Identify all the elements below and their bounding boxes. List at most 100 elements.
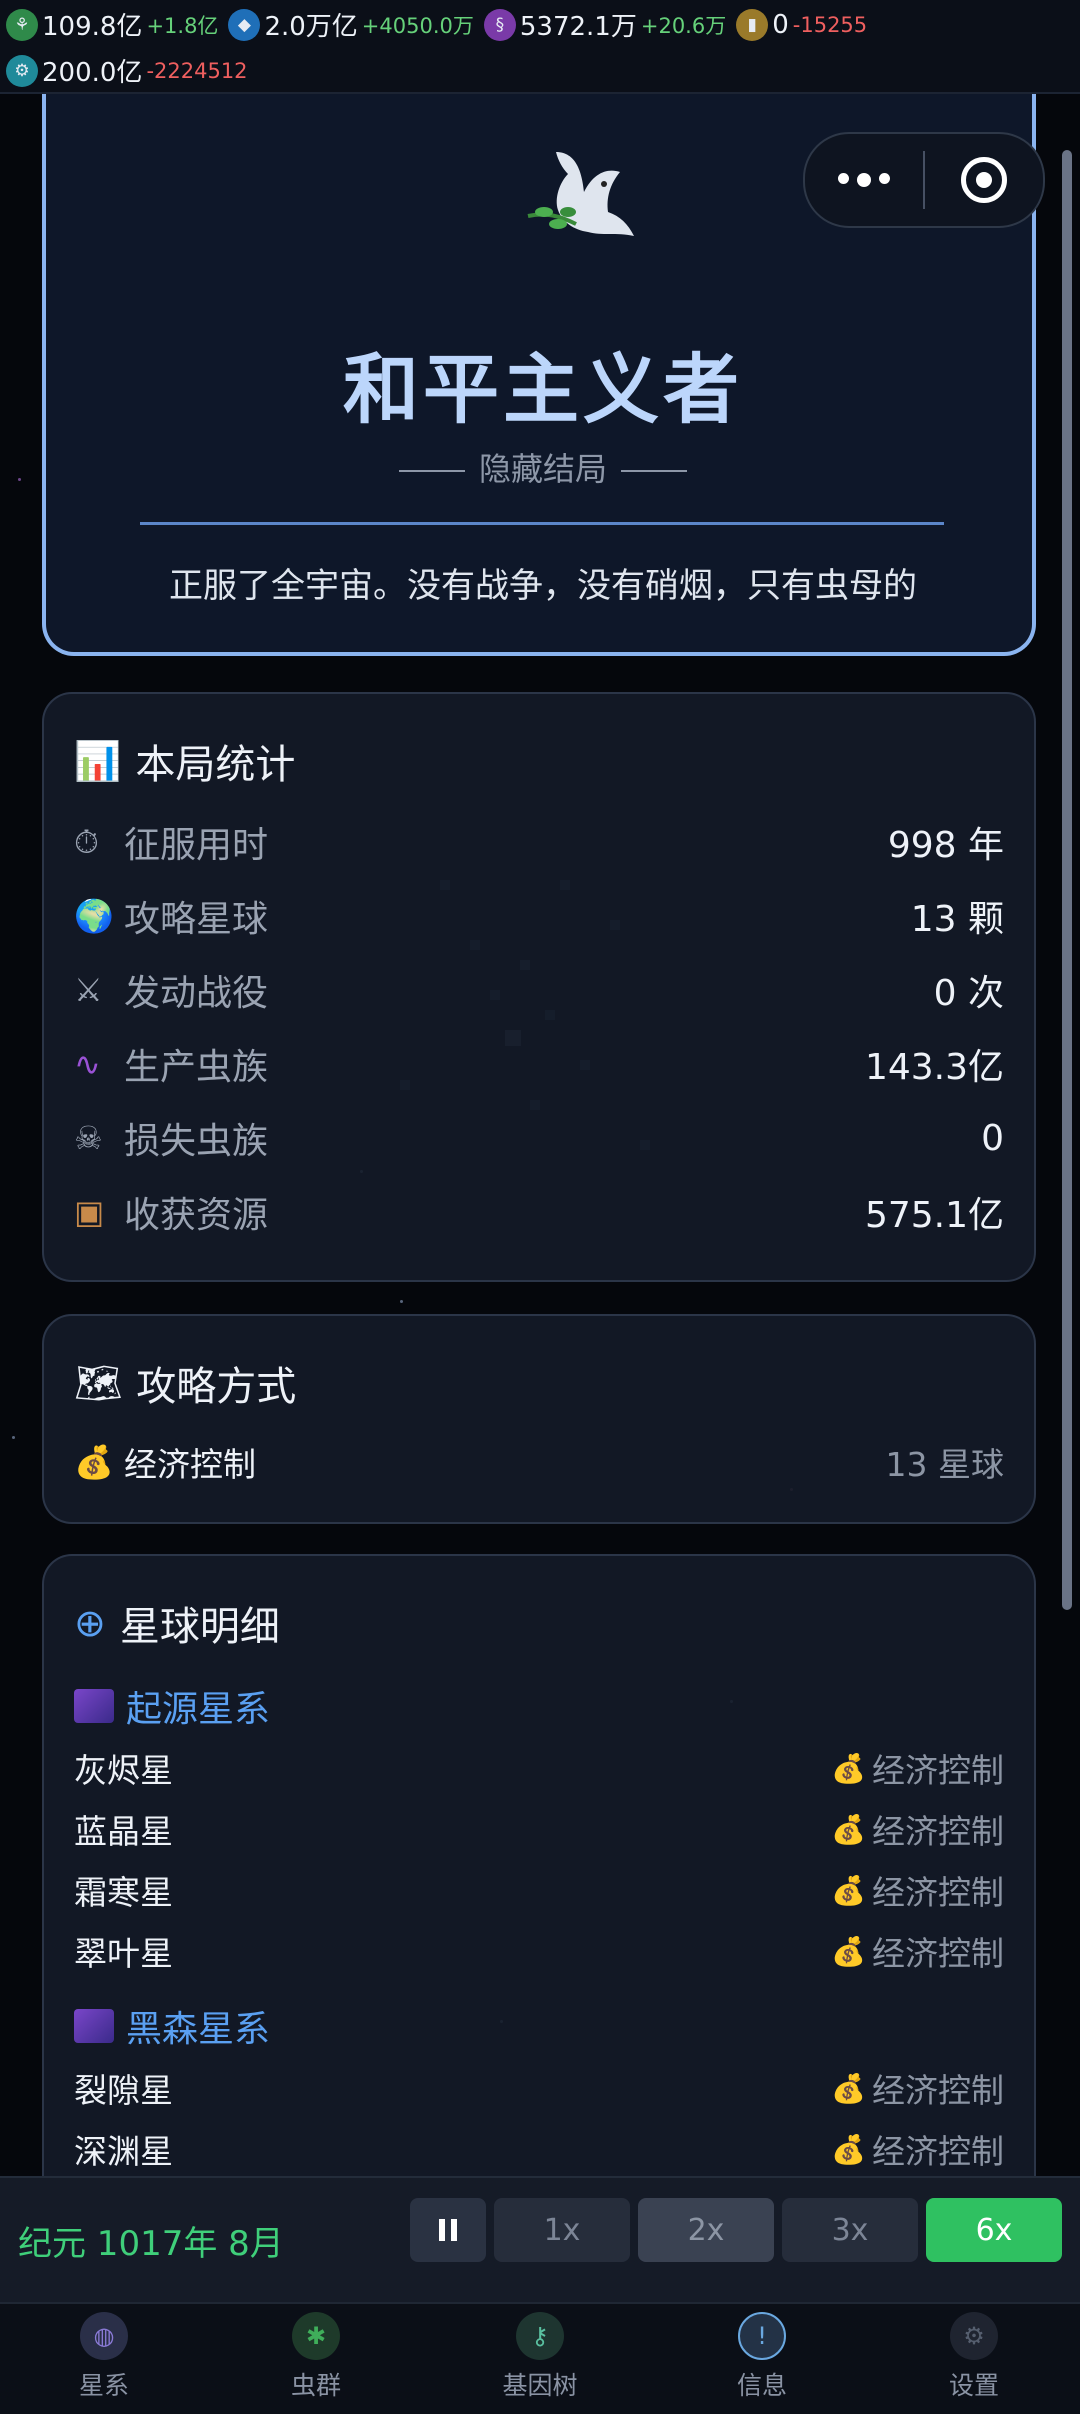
bottom-tab-bar: ◍ 星系 ✱ 虫群 ⚷ 基因树 ! 信息 ⚙ 设置 [0, 2302, 1080, 2414]
stat-value: 575.1亿 [864, 1195, 1004, 1236]
stats-title-text: 本局统计 [135, 742, 296, 788]
planet-name: 深渊星 [74, 2132, 173, 2171]
stat-value: 13 颗 [910, 899, 1004, 940]
stopwatch-icon: ⏱ [74, 822, 99, 861]
stat-row: 🌍 攻略星球 13 颗 [74, 886, 1004, 946]
tab-label: 虫群 [290, 2371, 341, 2400]
close-miniprogram-button[interactable] [925, 157, 1043, 203]
gear-icon: ⚙ [950, 2312, 998, 2360]
bug-icon: ⚘ [6, 8, 38, 41]
bug-icon: ✱ [292, 2312, 340, 2360]
speed-1x-button[interactable]: 1x [494, 2198, 630, 2262]
resource-delta: +4050.0万 [361, 13, 474, 38]
conquest-count: 13 星球 [885, 1445, 1004, 1484]
conquest-method: 经济控制 [124, 1445, 256, 1484]
stat-row: ∿ 生产虫族 143.3亿 [74, 1034, 1004, 1094]
tab-label: 星系 [78, 2371, 129, 2400]
pause-button[interactable] [410, 2198, 486, 2262]
money-bag-icon: 💰 [831, 1812, 866, 1846]
stat-value: 143.3亿 [864, 1047, 1004, 1088]
stats-title: 📊 本局统计 [74, 732, 295, 790]
planet-row[interactable]: 灰烬星 💰 经济控制 [74, 1740, 1004, 1796]
planet-method: 经济控制 [872, 1751, 1004, 1790]
stat-value: 998 年 [887, 825, 1004, 866]
money-bag-icon: 💰 [831, 1934, 866, 1968]
resource-value: 109.8亿 [42, 12, 143, 42]
resource-gene[interactable]: § 5372.1万 +20.6万 [483, 6, 727, 43]
divider [140, 522, 944, 525]
money-bag-icon: 💰 [831, 1751, 866, 1785]
resource-biomass[interactable]: ⚘ 109.8亿 +1.8亿 [6, 6, 218, 43]
conquest-row: 💰 经济控制 13 星球 [74, 1432, 1004, 1492]
planet-name: 霜寒星 [74, 1873, 173, 1912]
planet-row[interactable]: 霜寒星 💰 经济控制 [74, 1862, 1004, 1918]
tab-label: 设置 [948, 2371, 999, 2400]
speed-6x-button[interactable]: 6x [926, 2198, 1062, 2262]
resource-bar: ⚘ 109.8亿 +1.8亿 ◆ 2.0万亿 +4050.0万 § 5372.1… [0, 0, 1080, 94]
ending-subtitle: 隐藏结局 [478, 450, 607, 488]
galaxy-icon [74, 1689, 114, 1723]
stat-label: 发动战役 [124, 973, 269, 1014]
pause-icon [439, 2219, 457, 2241]
map-icon: 🗺 [74, 1360, 123, 1405]
scrollbar[interactable] [1062, 150, 1072, 1610]
planet-name: 裂隙星 [74, 2071, 173, 2110]
conquest-title-text: 攻略方式 [136, 1364, 297, 1410]
bar-chart-icon: 📊 [74, 738, 122, 783]
resource-delta: -15255 [792, 12, 868, 37]
tab-label: 基因树 [502, 2371, 578, 2400]
speed-3x-button[interactable]: 3x [782, 2198, 918, 2262]
galaxy-header[interactable]: 起源星系 [74, 1680, 270, 1732]
resource-cell[interactable]: ▮ 0 -15255 [736, 8, 868, 41]
planet-row[interactable]: 深渊星 💰 经济控制 [74, 2121, 1004, 2177]
skull-icon: ☠ [74, 1119, 103, 1157]
tab-gene-tree[interactable]: ⚷ 基因树 [470, 2312, 610, 2402]
more-menu-button[interactable] [805, 173, 923, 187]
planet-details-title: ⊕ 星球明细 [74, 1594, 280, 1652]
resource-value: 0 [772, 9, 789, 40]
galaxy-header[interactable]: 黑森星系 [74, 2000, 270, 2052]
planet-row[interactable]: 蓝晶星 💰 经济控制 [74, 1801, 1004, 1857]
stat-row: ▣ 收获资源 575.1亿 [74, 1182, 1004, 1242]
info-icon: ! [738, 2312, 786, 2360]
planet-row[interactable]: 翠叶星 💰 经济控制 [74, 1923, 1004, 1979]
tab-label: 信息 [736, 2371, 787, 2400]
gear-icon: ⚙ [6, 54, 38, 87]
resource-delta: +1.8亿 [146, 13, 219, 38]
resource-delta: +20.6万 [640, 13, 727, 38]
money-bag-icon: 💰 [831, 1873, 866, 1907]
era-date: 纪元 1017年 8月 [18, 2224, 284, 2264]
stat-label: 生产虫族 [124, 1047, 269, 1088]
planet-method: 经济控制 [872, 1873, 1004, 1912]
speed-2x-button[interactable]: 2x [638, 2198, 774, 2262]
tab-galaxy[interactable]: ◍ 星系 [34, 2312, 174, 2402]
tab-swarm[interactable]: ✱ 虫群 [246, 2312, 386, 2402]
planet-row[interactable]: 裂隙星 💰 经济控制 [74, 2060, 1004, 2116]
planet-details-title-text: 星球明细 [119, 1604, 280, 1650]
ending-description: 正服了全宇宙。没有战争，没有硝烟，只有虫母的 [169, 566, 917, 606]
money-bag-icon: 💰 [74, 1443, 114, 1481]
galaxy-icon [74, 2009, 114, 2043]
stat-label: 征服用时 [124, 825, 269, 866]
stat-row: ⏱ 征服用时 998 年 [74, 812, 1004, 872]
tab-info[interactable]: ! 信息 [692, 2312, 832, 2402]
planet-details-panel: ⊕ 星球明细 起源星系 灰烬星 💰 经济控制 蓝晶星 💰 经济控制 霜寒星 💰 经济控… [42, 1554, 1036, 2234]
tab-settings[interactable]: ⚙ 设置 [904, 2312, 1044, 2402]
resource-crystal[interactable]: ◆ 2.0万亿 +4050.0万 [228, 6, 474, 43]
money-bag-icon: 💰 [831, 2132, 866, 2166]
stat-value: 0 [981, 1117, 1004, 1159]
cell-icon: ▮ [736, 8, 769, 41]
stats-panel: 📊 本局统计 ⏱ 征服用时 998 年 🌍 攻略星球 13 颗 ⚔ 发动战役 0 次 … [42, 692, 1036, 1282]
planet-method: 经济控制 [872, 1812, 1004, 1851]
resource-value: 2.0万亿 [264, 12, 358, 42]
money-bag-icon: 💰 [831, 2071, 866, 2105]
resource-value: 200.0亿 [42, 58, 143, 88]
planet-method: 经济控制 [872, 2071, 1004, 2110]
resource-delta: -2224512 [146, 58, 248, 83]
globe-icon: 🌍 [74, 897, 114, 935]
resource-energy[interactable]: ⚙ 200.0亿 -2224512 [6, 52, 248, 89]
box-icon: ▣ [74, 1193, 105, 1231]
stat-label: 损失虫族 [124, 1121, 269, 1162]
miniprogram-capsule [803, 132, 1045, 228]
galaxy-name: 起源星系 [126, 1689, 271, 1730]
